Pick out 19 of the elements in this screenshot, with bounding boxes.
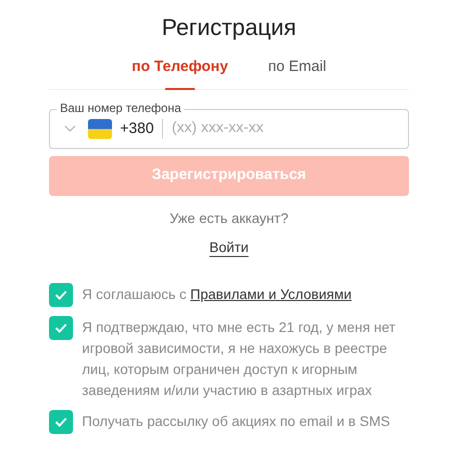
terms-link[interactable]: Правилами и Условиями [190, 286, 352, 302]
check-icon [55, 322, 67, 332]
chevron-down-icon [64, 124, 76, 132]
check-icon [55, 290, 67, 300]
check-icon [55, 416, 67, 426]
phone-input[interactable]: (xx) xxx-xx-xx [172, 117, 394, 140]
page-title: Регистрация [162, 13, 296, 42]
checkbox[interactable] [49, 410, 73, 434]
agreement-text: Я подтверждаю, что мне есть 21 год, у меня нет игровой зависимости, я не нахожусь в реестре лиц, которым ограничен доступ к игорным заведениям и/или участию в азартных играх [82, 318, 396, 400]
agreement-text: Получать рассылку об акциях по email и в SMS [82, 412, 390, 431]
checkbox[interactable] [49, 282, 73, 306]
flag-icon [88, 118, 112, 138]
login-prompt: Уже есть аккаунт? [170, 208, 288, 228]
country-code: +380 [120, 118, 163, 138]
login-link[interactable]: Войти [209, 236, 249, 258]
checkbox[interactable] [49, 316, 73, 340]
tab[interactable]: по Email [268, 56, 326, 88]
tab[interactable]: по Телефону [132, 56, 228, 88]
agreement-text: Я соглашаюсь с Правилами и Условиями [82, 284, 352, 304]
